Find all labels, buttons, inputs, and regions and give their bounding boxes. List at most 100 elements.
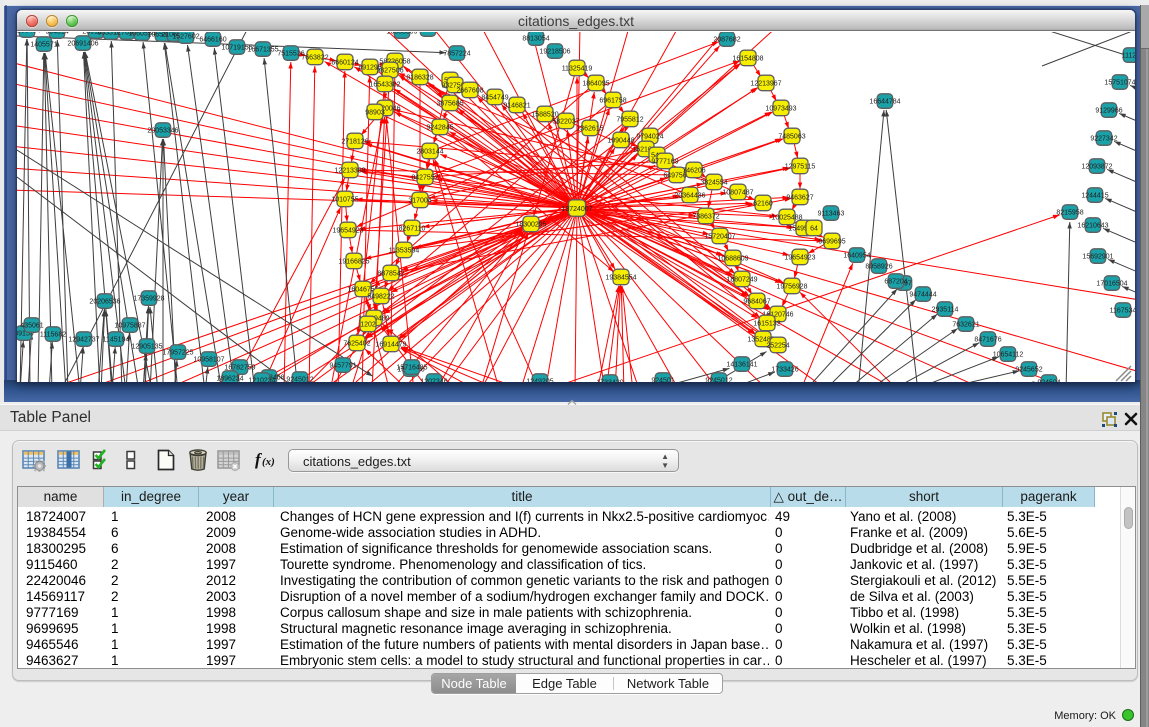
svg-text:12942737: 12942737	[68, 337, 99, 344]
svg-text:19654923: 19654923	[332, 228, 363, 235]
svg-text:8454749: 8454749	[481, 95, 508, 102]
svg-text:10958107: 10958107	[193, 357, 224, 364]
svg-text:9699695: 9699695	[818, 239, 845, 246]
svg-text:1010755: 1010755	[331, 197, 358, 204]
svg-text:18807249: 18807249	[726, 277, 757, 284]
svg-text:12905135: 12905135	[131, 344, 162, 351]
svg-text:8186328: 8186328	[406, 75, 433, 82]
svg-text:10688609: 10688609	[717, 256, 748, 263]
svg-text:2718126: 2718126	[341, 139, 368, 146]
svg-text:20691406: 20691406	[67, 41, 98, 48]
svg-text:2803144: 2803144	[416, 149, 443, 156]
svg-text:16671355: 16671355	[247, 47, 278, 54]
svg-text:8427552: 8427552	[411, 175, 438, 182]
svg-text:9146821: 9146821	[503, 103, 530, 110]
svg-text:1103404: 1103404	[17, 32, 40, 35]
svg-text:7632621: 7632621	[952, 322, 979, 329]
svg-text:1115682: 1115682	[40, 332, 66, 339]
svg-text:1167534: 1167534	[1110, 308, 1135, 315]
svg-text:1249205: 1249205	[526, 379, 553, 383]
svg-text:1244415: 1244415	[1081, 193, 1108, 200]
svg-text:8215958: 8215958	[1056, 210, 1083, 217]
svg-text:11325419: 11325419	[562, 66, 593, 73]
svg-text:10975887: 10975887	[114, 323, 145, 330]
svg-text:10654112: 10654112	[993, 352, 1024, 359]
svg-text:9794024: 9794024	[636, 134, 663, 141]
svg-text:746206: 746206	[682, 168, 705, 175]
svg-text:18300295: 18300295	[515, 222, 546, 229]
svg-text:12093872: 12093872	[1081, 164, 1112, 171]
svg-text:1640954: 1640954	[843, 253, 870, 260]
svg-text:11353594: 11353594	[389, 248, 420, 255]
svg-text:19218506: 19218506	[539, 49, 570, 56]
svg-text:252254: 252254	[766, 343, 789, 350]
svg-text:9245012: 9245012	[705, 378, 732, 383]
svg-text:1362615: 1362615	[576, 126, 603, 133]
svg-text:9218506: 9218506	[414, 32, 441, 34]
svg-text:17359928: 17359928	[133, 296, 164, 303]
svg-text:8471676: 8471676	[974, 337, 1001, 344]
svg-text:14136141: 14136141	[726, 362, 757, 369]
svg-text:15720407: 15720407	[704, 234, 735, 241]
svg-text:9474444: 9474444	[909, 292, 936, 299]
svg-text:9463627: 9463627	[786, 195, 813, 202]
svg-text:18724007: 18724007	[561, 206, 592, 213]
svg-text:20364436: 20364436	[674, 193, 705, 200]
svg-text:8958926: 8958926	[865, 264, 892, 271]
svg-text:9227342: 9227342	[1090, 136, 1117, 143]
svg-text:98903: 98903	[365, 110, 385, 117]
svg-text:1527602: 1527602	[172, 34, 199, 41]
svg-text:7386372: 7386372	[692, 214, 719, 221]
svg-text:2087682: 2087682	[713, 37, 740, 44]
svg-text:8267110: 8267110	[399, 226, 426, 233]
svg-text:15692901: 15692901	[1082, 254, 1113, 261]
svg-text:994514: 994514	[45, 32, 68, 36]
svg-text:1588520: 1588520	[531, 112, 558, 119]
svg-text:19654923: 19654923	[784, 255, 815, 262]
svg-text:3875685: 3875685	[436, 101, 463, 108]
svg-text:924504: 924504	[1037, 380, 1060, 383]
svg-text:7663822: 7663822	[301, 55, 328, 62]
svg-text:8813054: 8813054	[522, 36, 549, 43]
svg-text:7955812: 7955812	[616, 117, 643, 124]
svg-text:16644784: 16644784	[869, 99, 900, 106]
svg-text:1864095: 1864095	[582, 81, 609, 88]
svg-text:64: 64	[810, 226, 818, 233]
svg-text:1210234: 1210234	[248, 378, 275, 383]
svg-text:7485063: 7485063	[778, 134, 805, 141]
svg-text:9777169: 9777169	[651, 159, 678, 166]
svg-text:15751074: 15751074	[1104, 80, 1135, 87]
svg-text:16033809: 16033809	[386, 32, 417, 36]
svg-text:(x): (x)	[262, 456, 275, 468]
svg-text:12975115: 12975115	[785, 164, 816, 171]
svg-text:1615132: 1615132	[753, 321, 780, 328]
svg-text:2667608: 2667608	[456, 88, 483, 95]
svg-text:7625402: 7625402	[343, 341, 370, 348]
svg-text:6961758: 6961758	[599, 98, 626, 105]
svg-text:19166825: 19166825	[338, 259, 369, 266]
svg-text:16543382: 16543382	[369, 82, 400, 89]
svg-text:17957225: 17957225	[162, 350, 193, 357]
svg-text:9827506: 9827506	[376, 68, 403, 75]
svg-text:1733426: 1733426	[771, 367, 798, 374]
svg-text:10807487: 10807487	[722, 190, 753, 197]
svg-text:8660124: 8660124	[331, 60, 358, 67]
svg-text:9245012: 9245012	[286, 377, 313, 383]
svg-text:687204: 687204	[884, 279, 907, 286]
svg-text:12213389: 12213389	[334, 168, 365, 175]
svg-text:16914479: 16914479	[375, 342, 406, 349]
svg-text:62160: 62160	[753, 201, 773, 208]
svg-text:15716485: 15716485	[396, 365, 427, 372]
svg-text:1202: 1202	[360, 322, 376, 329]
svg-text:11123: 11123	[1122, 53, 1135, 60]
svg-text:20206536: 20206536	[89, 299, 120, 306]
svg-text:6466160: 6466160	[199, 37, 226, 44]
svg-text:19756928: 19756928	[776, 284, 807, 291]
svg-text:16210643: 16210643	[1077, 223, 1108, 230]
svg-text:9245652: 9245652	[1015, 367, 1042, 374]
svg-text:12213967: 12213967	[750, 81, 781, 88]
svg-text:9129966: 9129966	[1095, 108, 1122, 115]
svg-text:924501: 924501	[651, 378, 674, 383]
svg-text:1145194: 1145194	[103, 337, 130, 344]
svg-text:9457791: 9457791	[329, 363, 356, 370]
